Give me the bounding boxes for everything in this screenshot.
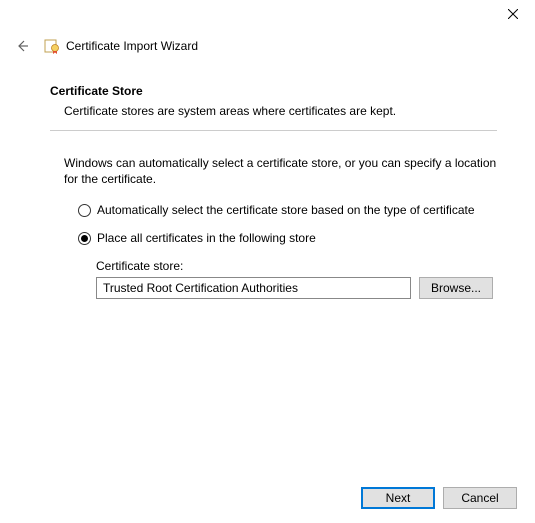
certificate-store-input[interactable] — [96, 277, 411, 299]
wizard-title: Certificate Import Wizard — [66, 39, 198, 53]
browse-button[interactable]: Browse... — [419, 277, 493, 299]
section-heading: Certificate Store — [50, 84, 497, 98]
close-icon — [508, 9, 518, 19]
radio-auto-label: Automatically select the certificate sto… — [97, 203, 475, 217]
certificate-icon — [44, 38, 60, 54]
next-button[interactable]: Next — [361, 487, 435, 509]
store-label: Certificate store: — [96, 259, 497, 273]
section-description: Certificate stores are system areas wher… — [50, 104, 497, 118]
radio-auto-select[interactable]: Automatically select the certificate sto… — [78, 203, 497, 217]
radio-icon — [78, 204, 91, 217]
divider — [50, 130, 497, 131]
close-button[interactable] — [490, 0, 535, 28]
back-button[interactable] — [12, 36, 32, 56]
wizard-header: Certificate Import Wizard — [0, 30, 535, 56]
back-arrow-icon — [14, 38, 30, 54]
radio-manual-select[interactable]: Place all certificates in the following … — [78, 231, 497, 245]
intro-text: Windows can automatically select a certi… — [50, 155, 497, 187]
radio-icon — [78, 232, 91, 245]
radio-manual-label: Place all certificates in the following … — [97, 231, 316, 245]
cancel-button[interactable]: Cancel — [443, 487, 517, 509]
